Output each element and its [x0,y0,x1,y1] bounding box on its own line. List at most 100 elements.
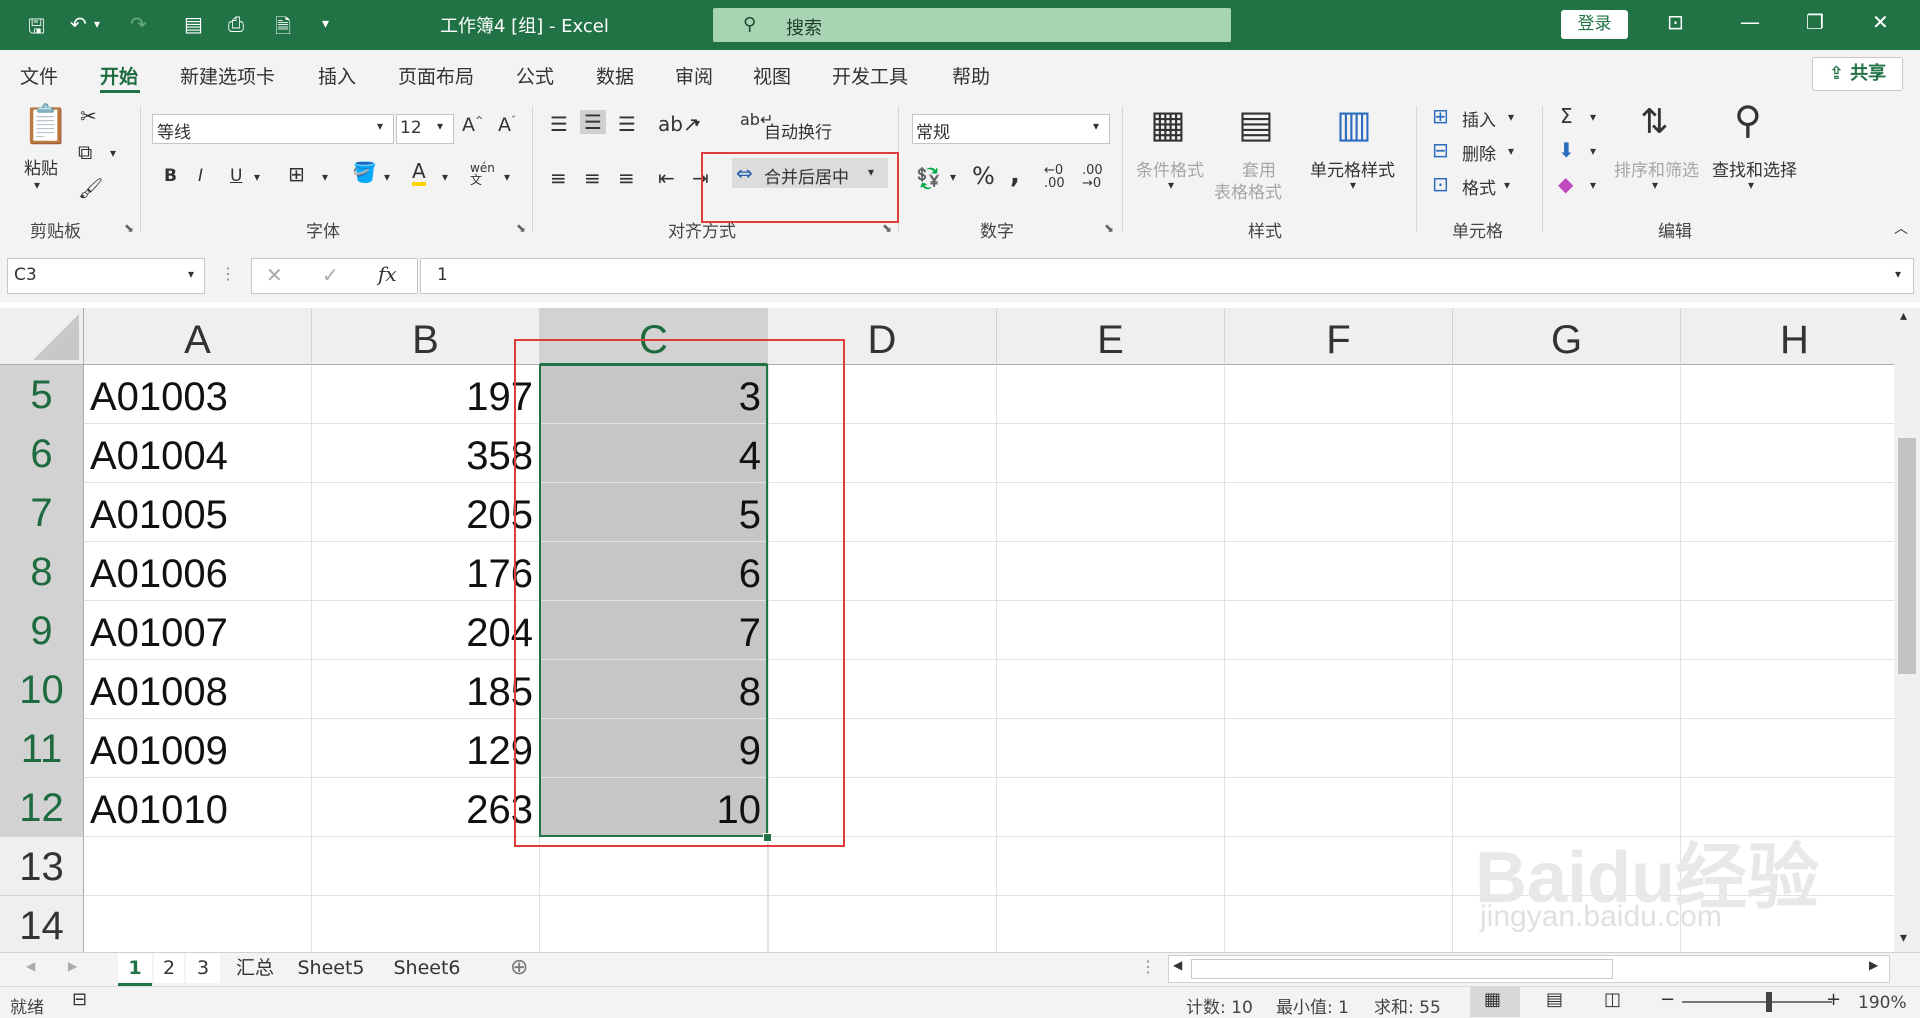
copy-dropdown-icon[interactable]: ▾ [110,146,116,160]
increase-decimal-icon[interactable]: ←0.00 [1044,164,1065,190]
sheet-tab-2[interactable]: 2 [154,953,184,983]
scroll-down-icon[interactable]: ▾ [1900,930,1907,946]
table-cell[interactable]: A01004 [84,424,312,483]
formula-input[interactable]: 1 ▾ [420,258,1914,294]
fill-down-icon[interactable]: ⬇ [1558,138,1575,162]
undo-icon[interactable]: ↶ [70,12,87,36]
decrease-indent-icon[interactable]: ⇤ [658,166,675,190]
table-cell[interactable] [84,837,312,896]
fill-dropdown-icon[interactable]: ▾ [384,170,390,184]
page-layout-view-icon[interactable]: ▤ [1546,989,1563,1010]
delete-cells-label[interactable]: 删除 [1462,140,1496,165]
zoom-level[interactable]: 190% [1858,993,1907,1013]
column-header-g[interactable]: G [1453,308,1681,365]
find-select-dropdown-icon[interactable]: ▾ [1748,178,1754,192]
percent-icon[interactable]: % [972,162,995,190]
bold-button[interactable]: B [164,166,177,186]
autosum-icon[interactable]: Σ [1560,104,1573,128]
tab-split-icon[interactable]: ⋮ [1140,957,1156,976]
format-painter-icon[interactable]: 🖌 [78,176,103,200]
underline-dropdown-icon[interactable]: ▾ [254,170,260,184]
column-header-h[interactable]: H [1681,308,1894,365]
row-header[interactable]: 5 [0,365,84,424]
tab-page-layout[interactable]: 页面布局 [398,62,474,89]
align-left-icon[interactable]: ≡ [550,166,567,190]
row-header[interactable]: 6 [0,424,84,483]
login-button[interactable]: 登录 [1561,10,1628,39]
add-sheet-icon[interactable]: ⊕ [510,955,528,980]
format-dropdown-icon[interactable]: ▾ [1504,178,1510,192]
scroll-tabs-right-icon[interactable]: ▶ [68,959,77,973]
collapse-ribbon-icon[interactable]: ︿ [1894,218,1908,238]
zoom-out-icon[interactable]: − [1660,989,1675,1010]
scroll-left-icon[interactable]: ◀ [1173,958,1182,972]
horizontal-scroll-thumb[interactable] [1191,959,1613,979]
table-cell[interactable]: 358 [312,424,540,483]
save-icon[interactable]: 🖫 [28,12,45,46]
insert-function-icon[interactable]: fx [378,262,397,286]
shrink-font-icon[interactable]: Aˇ [498,114,516,136]
enter-icon[interactable]: ✓ [322,263,339,287]
undo-dropdown-icon[interactable]: ▾ [94,17,100,31]
row-header[interactable]: 10 [0,660,84,719]
align-middle-icon[interactable]: ☰ [580,110,606,134]
cancel-icon[interactable]: ✕ [266,263,283,287]
scroll-right-icon[interactable]: ▶ [1869,958,1878,972]
orientation-dropdown-icon[interactable]: ▾ [694,116,700,130]
horizontal-scrollbar[interactable]: ◀ ▶ [1168,955,1890,983]
sheet-tab-summary[interactable]: 汇总 [228,953,282,983]
vertical-scrollbar[interactable]: ▴ ▾ [1894,308,1920,952]
search-box[interactable]: ⚲ 搜索 [713,8,1231,42]
row-header[interactable]: 14 [0,896,84,952]
insert-cells-label[interactable]: 插入 [1462,106,1496,131]
font-name-select[interactable]: 等线 ▾ [152,114,394,144]
borders-dropdown-icon[interactable]: ▾ [322,170,328,184]
table-cell[interactable]: A01007 [84,601,312,660]
form-icon[interactable]: ▤ [184,12,203,36]
delete-cells-icon[interactable]: ⊟ [1432,138,1449,162]
row-header[interactable]: 12 [0,778,84,837]
table-cell[interactable]: 205 [312,483,540,542]
document-icon[interactable]: 🗎 [275,12,291,46]
underline-button[interactable]: U [230,166,242,186]
row-header[interactable]: 8 [0,542,84,601]
tab-new[interactable]: 新建选项卡 [180,62,275,89]
sheet-tab-sheet5[interactable]: Sheet5 [290,953,372,983]
table-cell[interactable]: A01006 [84,542,312,601]
table-cell[interactable]: A01009 [84,719,312,778]
autosum-dropdown-icon[interactable]: ▾ [1590,110,1596,124]
restore-icon[interactable]: ❐ [1806,10,1824,34]
table-cell[interactable]: 197 [312,365,540,424]
paste-label[interactable]: 粘贴 [24,154,58,179]
copy-icon[interactable]: ⧉ [78,140,92,164]
number-launcher-icon[interactable]: ⬊ [1104,221,1114,235]
scroll-tabs-left-icon[interactable]: ◀ [26,959,35,973]
row-header[interactable]: 7 [0,483,84,542]
font-color-dropdown-icon[interactable]: ▾ [442,170,448,184]
cell-style-icon[interactable]: ▥ [1336,102,1372,146]
phonetic-icon[interactable]: wén 文 [470,162,495,186]
accounting-dropdown-icon[interactable]: ▾ [950,170,956,184]
table-cell[interactable]: A01010 [84,778,312,837]
sheet-tab-sheet6[interactable]: Sheet6 [386,953,468,983]
font-color-icon[interactable]: A [412,160,426,186]
font-launcher-icon[interactable]: ⬊ [516,221,526,235]
table-cell[interactable]: A01005 [84,483,312,542]
row-header[interactable]: 9 [0,601,84,660]
italic-button[interactable]: I [198,166,203,186]
clear-dropdown-icon[interactable]: ▾ [1590,178,1596,192]
tab-data[interactable]: 数据 [596,62,634,89]
minimize-icon[interactable]: — [1740,10,1760,34]
table-cell[interactable]: 176 [312,542,540,601]
decrease-decimal-icon[interactable]: .00 →0 [1082,164,1103,190]
find-select-label[interactable]: 查找和选择 [1712,156,1797,181]
number-format-select[interactable]: 常规 ▾ [912,114,1110,144]
grow-font-icon[interactable]: A^ [462,114,483,136]
sheet-tab-3[interactable]: 3 [186,953,220,983]
table-cell[interactable] [84,896,312,952]
font-size-select[interactable]: 12 ▾ [396,114,454,144]
zoom-slider[interactable] [1682,1001,1832,1003]
align-top-icon[interactable]: ☰ [550,112,568,136]
row-header[interactable]: 11 [0,719,84,778]
column-header-b[interactable]: B [312,308,540,365]
